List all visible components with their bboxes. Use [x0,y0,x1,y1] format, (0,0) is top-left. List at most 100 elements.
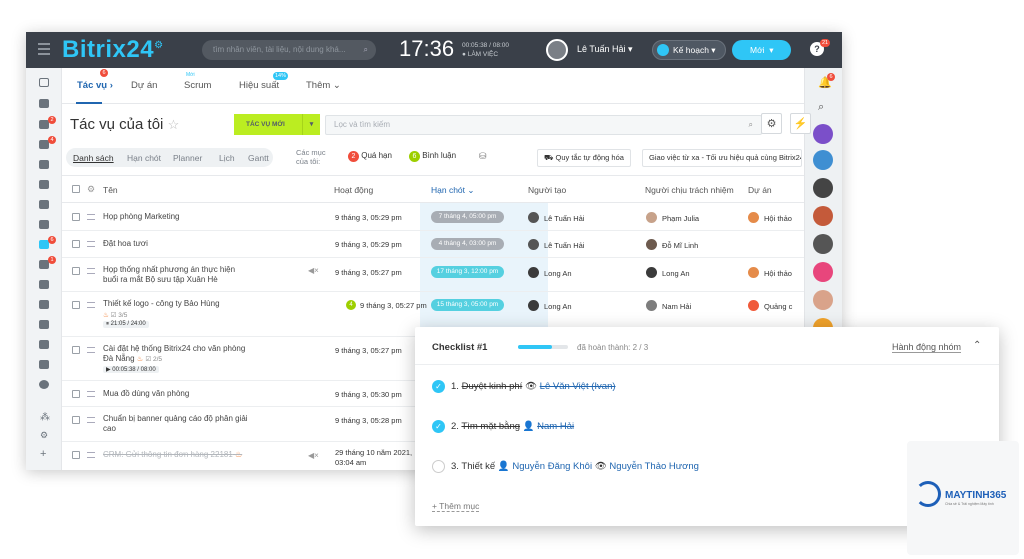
table-row[interactable]: Họp thống nhất phương án thực hiện buổi r… [62,258,804,292]
drag-handle-icon[interactable] [87,268,95,274]
sites-icon[interactable] [39,320,49,329]
view-deadline[interactable]: Hạn chót [127,153,161,163]
new-button[interactable]: Mới ▾ [732,40,791,60]
filter-search-input[interactable]: Lọc và tìm kiếm ⌕ [325,115,762,135]
project[interactable]: Hội thảo [748,212,792,223]
feed-icon[interactable] [39,99,49,108]
task-name[interactable]: Chuẩn bị banner quảng cáo độ phân giải ca… [103,414,248,434]
drive-icon[interactable] [39,180,49,189]
row-checkbox[interactable] [72,301,80,309]
row-checkbox[interactable] [72,346,80,354]
row-checkbox[interactable] [72,451,80,459]
drag-handle-icon[interactable] [87,417,95,423]
task-name[interactable]: Cài đặt hệ thống Bitrix24 cho văn phòng Đ… [103,344,245,365]
column-activity[interactable]: Hoạt động [334,185,373,195]
drag-handle-icon[interactable] [87,452,95,458]
expand-icon[interactable] [39,78,49,87]
check-icon[interactable] [39,380,49,389]
robots-button[interactable]: ⚡ [790,113,811,134]
unchecked-icon[interactable] [432,460,445,473]
comments-badge[interactable]: 4 [346,300,356,310]
task-name[interactable]: CRM: Gửi thông tin đơn hàng 22181 ♨ [103,450,242,460]
contact-avatar[interactable] [813,206,833,226]
contact-avatar[interactable] [813,178,833,198]
responsible[interactable]: Long An [646,267,690,278]
checklist-item[interactable]: ✓ 1. Duyệt kinh phí 👁 Lê Văn Việt (Ivan) [432,380,616,394]
creator[interactable]: Long An [528,300,572,311]
deadline-badge[interactable]: 15 tháng 3, 05:00 pm [431,299,504,311]
logo[interactable]: Bitrix24⚙ [62,36,164,64]
read-all-icon[interactable]: ⛁ [479,151,487,162]
view-calendar[interactable]: Lịch [219,153,235,163]
star-icon[interactable]: ☆ [168,117,180,132]
automation-rules-button[interactable]: ⛟ Quy tắc tự động hóa [537,149,631,167]
gear-icon[interactable]: ⚙ [87,184,95,195]
mute-icon[interactable]: ◀× [308,451,319,460]
tab-more[interactable]: Thêm ⌄ [306,80,341,91]
row-checkbox[interactable] [72,416,80,424]
sitemap-icon[interactable]: ⁂ [40,412,50,423]
task-name[interactable]: Mua đồ dùng văn phòng [103,389,189,399]
contact-avatar[interactable] [813,234,833,254]
settings-button[interactable]: ⚙ [761,113,782,134]
avatar[interactable] [546,39,568,61]
contact-avatar[interactable] [813,124,833,144]
creator[interactable]: Long An [528,267,572,278]
time-tracker[interactable]: ▶ 00:05:38 / 08:00 [103,366,159,373]
menu-icon[interactable] [38,43,50,55]
task-name[interactable]: Đặt hoa tươi [103,239,148,249]
checklist-item[interactable]: ✓ 2. Tìm mặt bằng 👤 Nam Hải [432,420,574,434]
tab-tasks[interactable]: Tác vụ › [77,80,113,91]
search-icon[interactable]: ⌕ [818,101,824,114]
add-item-button[interactable]: + Thêm mục [432,501,480,512]
row-checkbox[interactable] [72,267,80,275]
collapse-icon[interactable]: ⌃ [973,340,981,351]
contacts-icon[interactable] [39,220,49,229]
select-all-checkbox[interactable] [72,185,80,193]
add-icon[interactable]: + [40,448,46,460]
group-avatar[interactable] [813,150,833,170]
responsible[interactable]: Nam Hải [646,300,691,311]
crm-icon[interactable] [39,280,49,289]
checklist-item[interactable]: 3. Thiết kế 👤 Nguyễn Đăng Khôi 👁 Nguyễn … [432,460,699,474]
document-icon[interactable] [39,160,49,169]
new-task-button[interactable]: TÁC VỤ MỚI ▾ [234,114,320,135]
view-gantt[interactable]: Gantt [248,153,269,163]
calendar-avatar[interactable] [813,262,833,282]
responsible[interactable]: Phạm Julia [646,212,699,223]
responsible[interactable]: Đỗ Mĩ Linh [646,239,698,250]
shop-icon[interactable] [39,300,49,309]
column-project[interactable]: Dự án [748,185,772,195]
drag-handle-icon[interactable] [87,347,95,353]
creator[interactable]: Lê Tuấn Hải [528,212,584,223]
drag-handle-icon[interactable] [87,214,95,220]
assignee-link[interactable]: Lê Văn Việt (Ivan) [540,381,616,392]
assignee-link[interactable]: Nam Hải [537,421,574,432]
column-deadline[interactable]: Hạn chót ⌄ [431,185,475,196]
contact-avatar[interactable] [813,290,833,310]
task-name[interactable]: Họp thống nhất phương án thực hiện buổi r… [103,265,235,285]
group-action-link[interactable]: Hành động nhóm [892,342,962,353]
work-timer[interactable]: 00:05:38 / 08:00 ● LÀM VIỆC [462,41,509,59]
column-creator[interactable]: Người tạo [528,185,566,195]
creator[interactable]: Lê Tuấn Hải [528,239,584,250]
tab-projects[interactable]: Dự án [131,80,157,91]
deadline-badge[interactable]: 7 tháng 4, 05:00 pm [431,211,504,223]
user-menu[interactable]: Lê Tuấn Hải ▾ [577,44,633,55]
drag-handle-icon[interactable] [87,302,95,308]
row-checkbox[interactable] [72,213,80,221]
task-name[interactable]: Thiết kế logo - công ty Bảo Hùng [103,299,220,309]
column-name[interactable]: Tên [103,185,118,195]
time-tracker[interactable]: ⏸ 21:05 / 24:00 [103,321,149,328]
project[interactable]: Quảng c [748,300,792,311]
deadline-badge[interactable]: 17 tháng 3, 12:00 pm [431,266,504,278]
auditor-link[interactable]: Nguyễn Thảo Hương [609,461,699,472]
automation-icon[interactable] [39,340,49,349]
comments-counter[interactable]: 6 Bình luận [409,151,456,162]
chevron-down-icon[interactable]: ▾ [302,114,320,135]
table-row[interactable]: Đặt hoa tươi 9 tháng 3, 05:29 pm 4 tháng… [62,231,804,258]
task-name[interactable]: Họp phòng Marketing [103,212,180,222]
column-responsible[interactable]: Người chịu trách nhiệm [645,185,734,195]
mute-icon[interactable]: ◀× [308,266,319,275]
checked-icon[interactable]: ✓ [432,380,445,393]
